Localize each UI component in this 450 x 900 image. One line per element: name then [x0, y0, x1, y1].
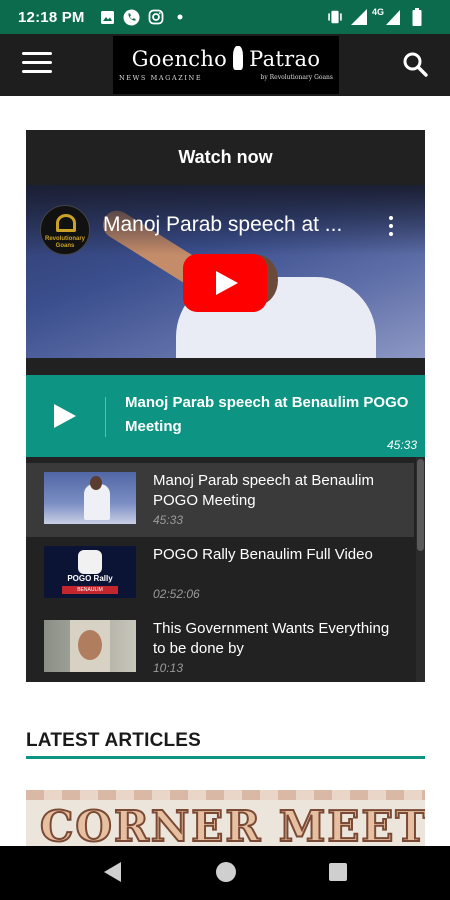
search-icon	[403, 52, 428, 77]
divider	[105, 397, 106, 437]
playlist-item-title: Manoj Parab speech at Benaulim POGO Meet…	[153, 472, 374, 509]
scrollbar-thumb[interactable]	[417, 459, 424, 551]
now-playing-title: Manoj Parab speech at Benaulim POGO Meet…	[125, 394, 409, 435]
logo-title: Goencho Patrao	[131, 46, 321, 71]
notification-dot-icon	[171, 8, 189, 26]
article-image-text: CORNER MEET	[39, 801, 425, 850]
channel-logo-icon	[56, 214, 76, 232]
playlist-item[interactable]: This Government Wants Everything to be d…	[26, 611, 414, 682]
playlist-item-duration: 10:13	[153, 661, 184, 675]
youtube-play-button[interactable]	[183, 254, 267, 312]
video-thumbnail	[44, 472, 136, 524]
channel-name: Revolutionary Goans	[44, 236, 85, 249]
playlist-scrollbar[interactable]	[416, 457, 425, 682]
battery-icon	[408, 8, 426, 26]
logo-subtitle: NEWS MAGAZINE	[119, 74, 203, 82]
phone-icon	[123, 8, 141, 26]
playlist-item[interactable]: Manoj Parab speech at Benaulim POGO Meet…	[26, 463, 414, 537]
vibrate-icon	[326, 8, 344, 26]
home-icon[interactable]	[216, 862, 236, 882]
logo-byline: by Revolutionary Goans	[260, 74, 333, 81]
app-bar: Goencho Patrao NEWS MAGAZINE by Revolutio…	[0, 34, 450, 96]
playlist-item-title: POGO Rally Benaulim Full Video	[153, 546, 373, 563]
video-playlist[interactable]: Manoj Parab speech at Benaulim POGO Meet…	[26, 457, 425, 682]
image-icon	[99, 8, 117, 26]
now-playing-duration: 45:33	[386, 438, 417, 452]
status-bar: 12:18 PM 4G	[0, 0, 450, 34]
raised-fist-icon	[78, 550, 102, 574]
instagram-icon	[147, 8, 165, 26]
play-icon[interactable]	[54, 404, 76, 428]
section-divider	[26, 756, 425, 759]
status-right: 4G	[326, 7, 432, 26]
back-icon[interactable]	[104, 862, 121, 882]
latest-articles-heading: LATEST ARTICLES	[26, 730, 202, 751]
recents-icon[interactable]	[329, 863, 347, 881]
playlist-item-duration: 02:52:06	[153, 587, 200, 601]
app-screen: 12:18 PM 4G Goencho Patrao NEWS MAGAZINE…	[0, 0, 450, 900]
status-time: 12:18 PM	[18, 8, 85, 26]
video-thumbnail	[44, 620, 136, 672]
pen-nib-icon	[233, 46, 244, 70]
menu-button[interactable]	[22, 52, 52, 76]
playlist-item-duration: 45:33	[153, 513, 184, 527]
video-title[interactable]: Manoj Parab speech at ...	[103, 213, 373, 237]
hamburger-icon	[22, 52, 52, 55]
playlist-item-title: This Government Wants Everything to be d…	[153, 620, 390, 657]
video-player[interactable]: Revolutionary Goans Manoj Parab speech a…	[26, 185, 425, 358]
video-thumbnail: POGO Rally BENAULIM	[44, 546, 136, 598]
now-playing-bar[interactable]: Manoj Parab speech at Benaulim POGO Meet…	[26, 375, 425, 457]
watch-now-card: Watch now Revolutionary Goans Manoj Para…	[26, 130, 425, 682]
system-nav-bar	[0, 846, 450, 900]
site-logo[interactable]: Goencho Patrao NEWS MAGAZINE by Revolutio…	[113, 36, 339, 94]
signal-icon	[350, 8, 368, 26]
signal-bars-icon	[384, 8, 402, 26]
search-button[interactable]	[402, 51, 428, 77]
play-icon	[216, 271, 238, 295]
channel-avatar[interactable]: Revolutionary Goans	[40, 205, 90, 255]
article-image[interactable]: CORNER MEET	[26, 790, 425, 850]
more-options-icon[interactable]	[389, 216, 395, 236]
network-type: 4G	[371, 7, 384, 17]
watch-now-header: Watch now	[178, 147, 273, 167]
playlist-item[interactable]: POGO Rally BENAULIM POGO Rally Benaulim …	[26, 537, 414, 611]
